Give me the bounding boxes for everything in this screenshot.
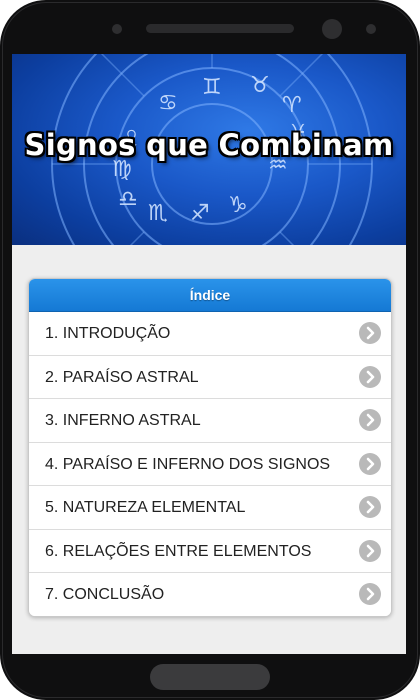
index-item-conclusao[interactable]: 7. CONCLUSÃO (29, 573, 391, 616)
libra-glyph-icon: ♎ (118, 187, 138, 212)
chevron-right-icon (359, 539, 381, 562)
index-header: Índice (29, 279, 391, 312)
index-item-label: 1. INTRODUÇÃO (45, 325, 171, 342)
index-item-label: 4. PARAÍSO E INFERNO DOS SIGNOS (45, 455, 331, 473)
index-item-label: 7. CONCLUSÃO (45, 586, 165, 603)
chevron-right-icon (359, 365, 381, 388)
cancer-glyph-icon: ♋ (158, 91, 178, 116)
index-item-inferno-astral[interactable]: 3. INFERNO ASTRAL (29, 399, 391, 443)
proximity-sensor (112, 24, 122, 34)
capricorn-glyph-icon: ♑ (228, 193, 248, 218)
index-item-natureza-elemental[interactable]: 5. NATUREZA ELEMENTAL (29, 486, 391, 530)
phone-frame: ♊ ♉ ♈ ♋ ♌ ♍ ♎ ♏ ♐ ♑ ♓ ♒ Signos que Combi… (0, 0, 420, 700)
scorpio-glyph-icon: ♏ (148, 201, 168, 226)
header-banner: ♊ ♉ ♈ ♋ ♌ ♍ ♎ ♏ ♐ ♑ ♓ ♒ Signos que Combi… (12, 54, 406, 245)
index-item-label: 3. INFERNO ASTRAL (45, 412, 201, 429)
index-item-relacoes-elementos[interactable]: 6. RELAÇÕES ENTRE ELEMENTOS (29, 529, 391, 573)
banner-title: Signos que Combinam (24, 128, 394, 162)
chevron-right-icon (359, 583, 381, 605)
aries-glyph-icon: ♈ (282, 93, 302, 118)
home-button[interactable] (150, 664, 270, 690)
chevron-right-icon (359, 409, 381, 431)
earpiece-speaker (146, 24, 294, 33)
chevron-right-icon (359, 496, 381, 518)
index-card: Índice 1. INTRODUÇÃO 2. PARAÍSO ASTRAL 3… (28, 278, 392, 617)
front-camera (322, 19, 342, 39)
index-item-paraiso-astral[interactable]: 2. PARAÍSO ASTRAL (29, 355, 391, 399)
index-item-introducao[interactable]: 1. INTRODUÇÃO (29, 312, 391, 356)
taurus-glyph-icon: ♉ (250, 73, 270, 98)
index-item-label: 2. PARAÍSO ASTRAL (45, 368, 199, 386)
index-list: 1. INTRODUÇÃO 2. PARAÍSO ASTRAL 3. INFER… (29, 312, 391, 616)
chevron-right-icon (359, 322, 381, 344)
index-item-label: 6. RELAÇÕES ENTRE ELEMENTOS (45, 542, 312, 560)
chevron-right-icon (359, 452, 381, 475)
light-sensor (366, 24, 376, 34)
gemini-glyph-icon: ♊ (202, 75, 222, 100)
index-item-paraiso-e-inferno[interactable]: 4. PARAÍSO E INFERNO DOS SIGNOS (29, 442, 391, 486)
app-screen: ♊ ♉ ♈ ♋ ♌ ♍ ♎ ♏ ♐ ♑ ♓ ♒ Signos que Combi… (12, 54, 406, 654)
sagittarius-glyph-icon: ♐ (190, 201, 210, 226)
index-item-label: 5. NATUREZA ELEMENTAL (45, 499, 246, 516)
